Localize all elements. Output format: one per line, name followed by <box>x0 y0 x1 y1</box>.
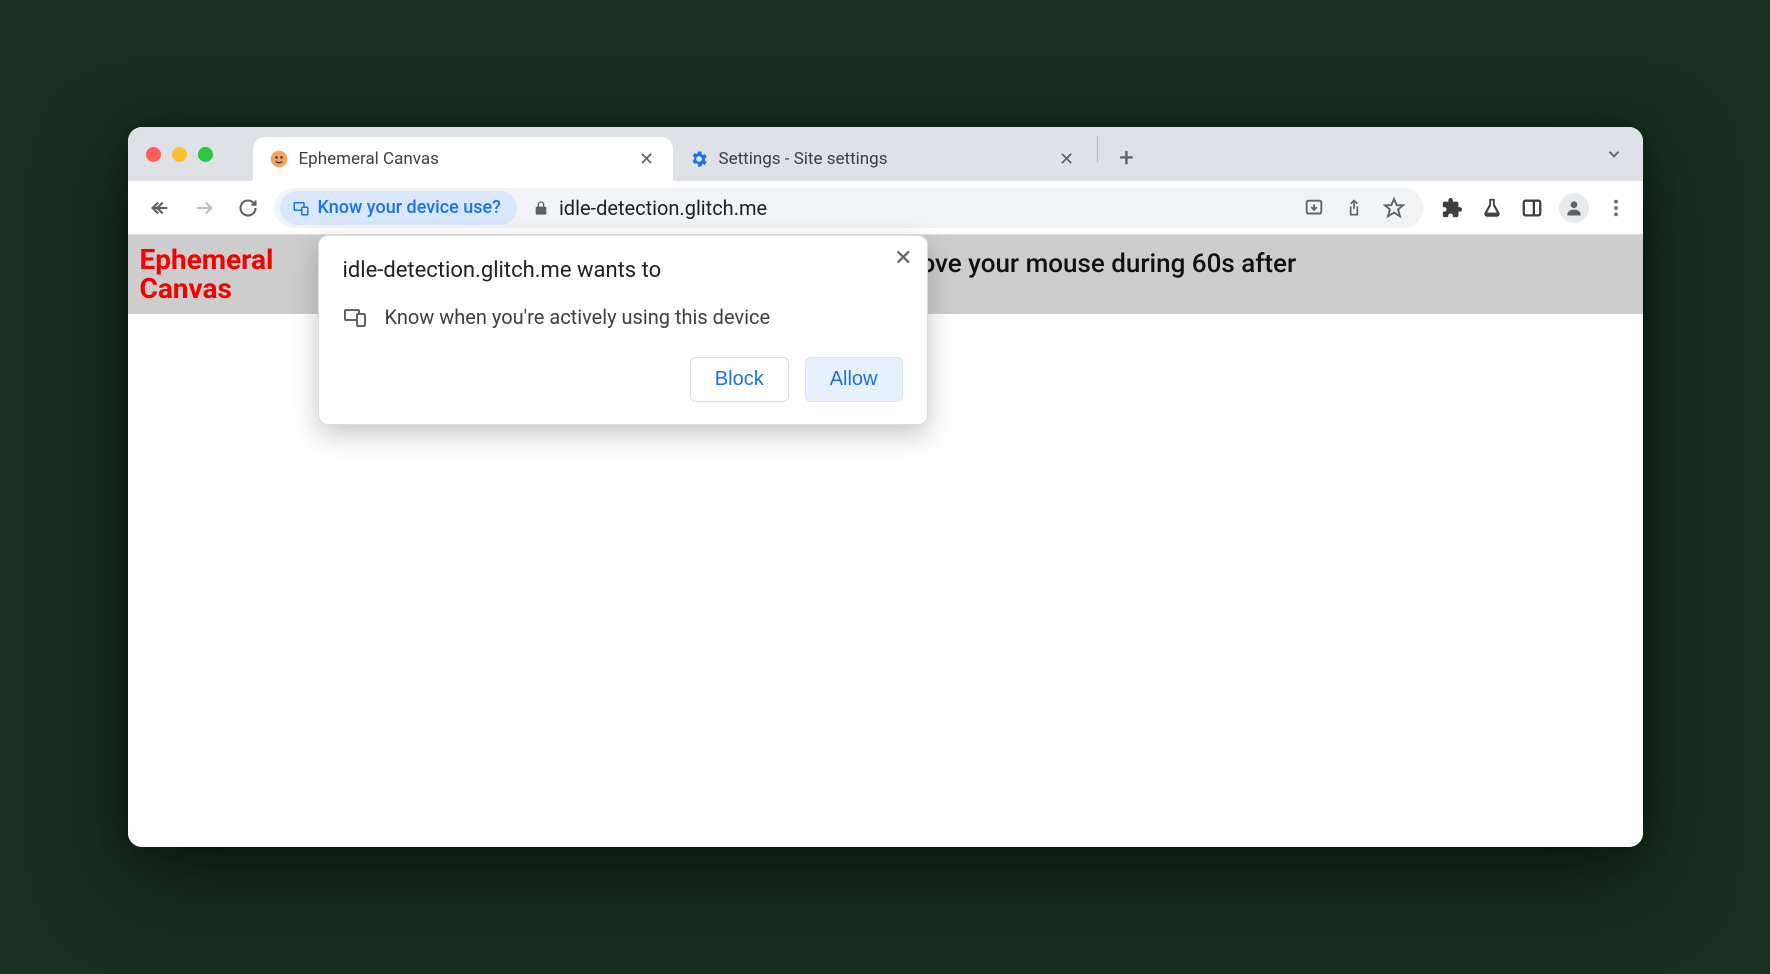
tab-title: Ephemeral Canvas <box>299 149 627 169</box>
close-window-button[interactable] <box>146 147 161 162</box>
permission-prompt: ✕ idle-detection.glitch.me wants to Know… <box>318 235 928 425</box>
tab-overflow-button[interactable] <box>1605 145 1623 167</box>
tab-strip: Ephemeral Canvas ✕ Settings - Site setti… <box>128 127 1643 181</box>
permission-chip[interactable]: Know your device use? <box>280 191 517 225</box>
profile-avatar[interactable] <box>1559 193 1589 223</box>
settings-favicon-icon <box>689 149 709 169</box>
maximize-window-button[interactable] <box>198 147 213 162</box>
minimize-window-button[interactable] <box>172 147 187 162</box>
permission-title: idle-detection.glitch.me wants to <box>343 258 903 283</box>
toolbar: Know your device use? idle-detection.gli… <box>128 181 1643 235</box>
reload-button[interactable] <box>230 190 266 226</box>
share-icon[interactable] <box>1341 195 1367 221</box>
browser-window: Ephemeral Canvas ✕ Settings - Site setti… <box>128 127 1643 847</box>
permission-detail-text: Know when you're actively using this dev… <box>385 305 771 329</box>
close-icon[interactable]: ✕ <box>894 246 912 271</box>
permission-detail-row: Know when you're actively using this dev… <box>343 305 903 329</box>
allow-button[interactable]: Allow <box>805 357 903 402</box>
tab-title: Settings - Site settings <box>719 149 1047 169</box>
tab-divider <box>1097 136 1098 162</box>
bookmark-star-icon[interactable] <box>1381 195 1407 221</box>
site-title: Ephemeral Canvas <box>140 245 274 304</box>
site-title-line2: Canvas <box>140 272 232 305</box>
tab-ephemeral-canvas[interactable]: Ephemeral Canvas ✕ <box>253 137 673 181</box>
forward-button[interactable] <box>186 190 222 226</box>
window-controls <box>146 127 253 181</box>
toolbar-icons <box>1431 193 1629 223</box>
omnibox-actions <box>1301 195 1417 221</box>
lock-icon[interactable] <box>533 200 549 216</box>
site-title-line1: Ephemeral <box>140 243 274 276</box>
tab-settings[interactable]: Settings - Site settings ✕ <box>673 137 1093 181</box>
page-content: Ephemeral Canvas Don't move your mouse d… <box>128 235 1643 847</box>
address-bar[interactable]: Know your device use? idle-detection.gli… <box>274 188 1423 228</box>
install-icon[interactable] <box>1301 195 1327 221</box>
new-tab-button[interactable]: + <box>1110 141 1144 175</box>
favicon-icon <box>269 149 289 169</box>
url-text: idle-detection.glitch.me <box>559 196 1291 220</box>
close-tab-icon[interactable]: ✕ <box>637 149 657 170</box>
permission-buttons: Block Allow <box>343 357 903 402</box>
block-button[interactable]: Block <box>690 357 789 402</box>
labs-icon[interactable] <box>1479 195 1505 221</box>
close-tab-icon[interactable]: ✕ <box>1057 149 1077 170</box>
back-button[interactable] <box>142 190 178 226</box>
permission-chip-label: Know your device use? <box>318 197 501 218</box>
extensions-icon[interactable] <box>1439 195 1465 221</box>
sidepanel-icon[interactable] <box>1519 195 1545 221</box>
devices-icon <box>343 305 367 329</box>
menu-icon[interactable] <box>1603 195 1629 221</box>
